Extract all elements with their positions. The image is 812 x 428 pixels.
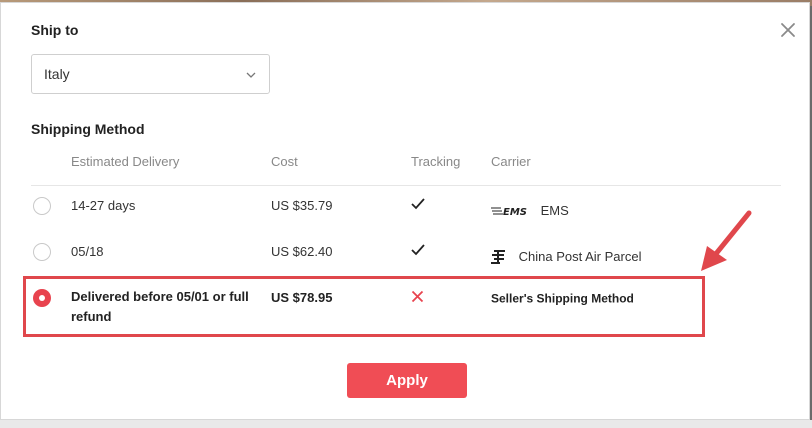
column-header-delivery: Estimated Delivery: [71, 154, 180, 169]
tracking-check-icon: [411, 244, 425, 259]
carrier: Seller's Shipping Method: [491, 290, 634, 306]
svg-text:EMS: EMS: [503, 207, 527, 217]
carrier: EMS EMS: [491, 202, 569, 218]
ship-to-title: Ship to: [31, 22, 79, 38]
shipping-option-row[interactable]: 14-27 days US $35.79 EMS EMS: [21, 189, 781, 231]
no-tracking-cross-icon: [411, 290, 424, 306]
country-select-value: Italy: [44, 66, 70, 82]
shipping-modal: Ship to Italy Shipping Method Estimated …: [0, 2, 810, 420]
tracking-check-icon: [411, 198, 425, 213]
backdrop-bottom: [0, 420, 812, 428]
shipping-cost: US $62.40: [271, 244, 333, 259]
ems-logo-icon: EMS: [491, 207, 527, 217]
carrier-name: EMS: [540, 203, 569, 219]
column-header-tracking: Tracking: [411, 154, 461, 169]
column-header-cost: Cost: [271, 154, 298, 169]
china-post-logo-icon: [491, 249, 505, 264]
shipping-method-title: Shipping Method: [31, 121, 145, 137]
carrier-name: China Post Air Parcel: [518, 249, 642, 265]
table-divider: [31, 185, 781, 186]
shipping-cost: US $35.79: [271, 198, 333, 213]
column-header-carrier: Carrier: [491, 154, 531, 169]
carrier: China Post Air Parcel: [491, 248, 641, 264]
shipping-option-radio-selected[interactable]: [33, 289, 51, 307]
shipping-option-radio[interactable]: [33, 243, 51, 261]
shipping-option-row-selected[interactable]: Delivered before 05/01 or full refund US…: [21, 281, 781, 333]
shipping-option-row[interactable]: 05/18 US $62.40 China Post Air Parcel: [21, 235, 781, 273]
chevron-down-icon: [244, 68, 258, 82]
delivery-estimate: 05/18: [71, 244, 104, 259]
delivery-estimate: 14-27 days: [71, 198, 136, 213]
apply-button[interactable]: Apply: [347, 363, 467, 398]
shipping-cost: US $78.95: [271, 290, 333, 305]
carrier-name: Seller's Shipping Method: [491, 291, 634, 306]
shipping-option-radio[interactable]: [33, 197, 51, 215]
close-icon[interactable]: [778, 20, 798, 40]
country-select[interactable]: Italy: [31, 54, 270, 94]
radio-dot: [39, 295, 45, 301]
delivery-estimate: Delivered before 05/01 or full refund: [71, 289, 249, 324]
